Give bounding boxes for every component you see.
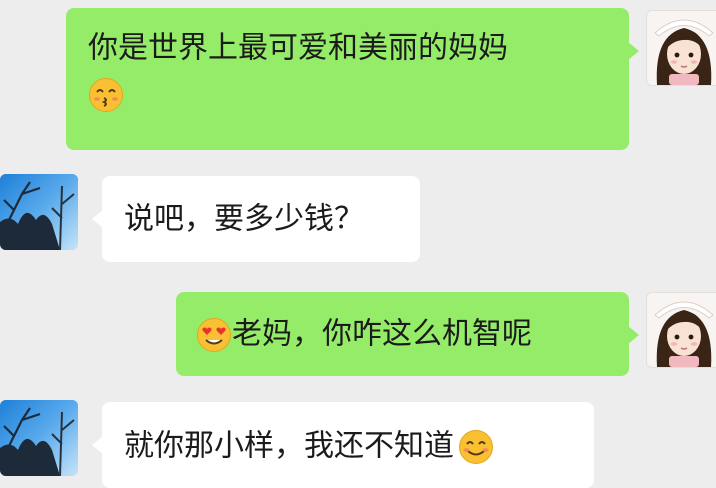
kissing-face-emoji [89, 77, 123, 112]
smiling-face-emoji [459, 429, 493, 464]
message-text-1: 你是世界上最可爱和美丽的妈妈 [88, 30, 508, 66]
girl-avatar-icon [647, 293, 716, 367]
heart-eyes-emoji [197, 317, 231, 352]
my-avatar[interactable] [646, 292, 716, 368]
message-bubble-1[interactable]: 你是世界上最可爱和美丽的妈妈 [66, 8, 639, 150]
message-text-4: 就你那小样，我还不知道 [124, 428, 454, 464]
chat-area[interactable]: 你是世界上最可爱和美丽的妈妈 说吧，要多少钱？ 老妈，你咋这么机智呢 就你那小样… [0, 0, 716, 488]
sky-tree-avatar-icon [0, 174, 78, 250]
message-bubble-2[interactable]: 说吧，要多少钱？ [92, 176, 420, 262]
girl-avatar-icon [647, 11, 716, 85]
message-text-2: 说吧，要多少钱？ [124, 201, 364, 237]
my-avatar[interactable] [646, 10, 716, 86]
message-bubble-4[interactable]: 就你那小样，我还不知道 [92, 402, 594, 488]
message-text-3: 老妈，你咋这么机智呢 [232, 316, 532, 352]
message-bubble-3[interactable]: 老妈，你咋这么机智呢 [176, 292, 639, 376]
contact-avatar[interactable] [0, 400, 78, 476]
sky-tree-avatar-icon [0, 400, 78, 476]
contact-avatar[interactable] [0, 174, 78, 250]
